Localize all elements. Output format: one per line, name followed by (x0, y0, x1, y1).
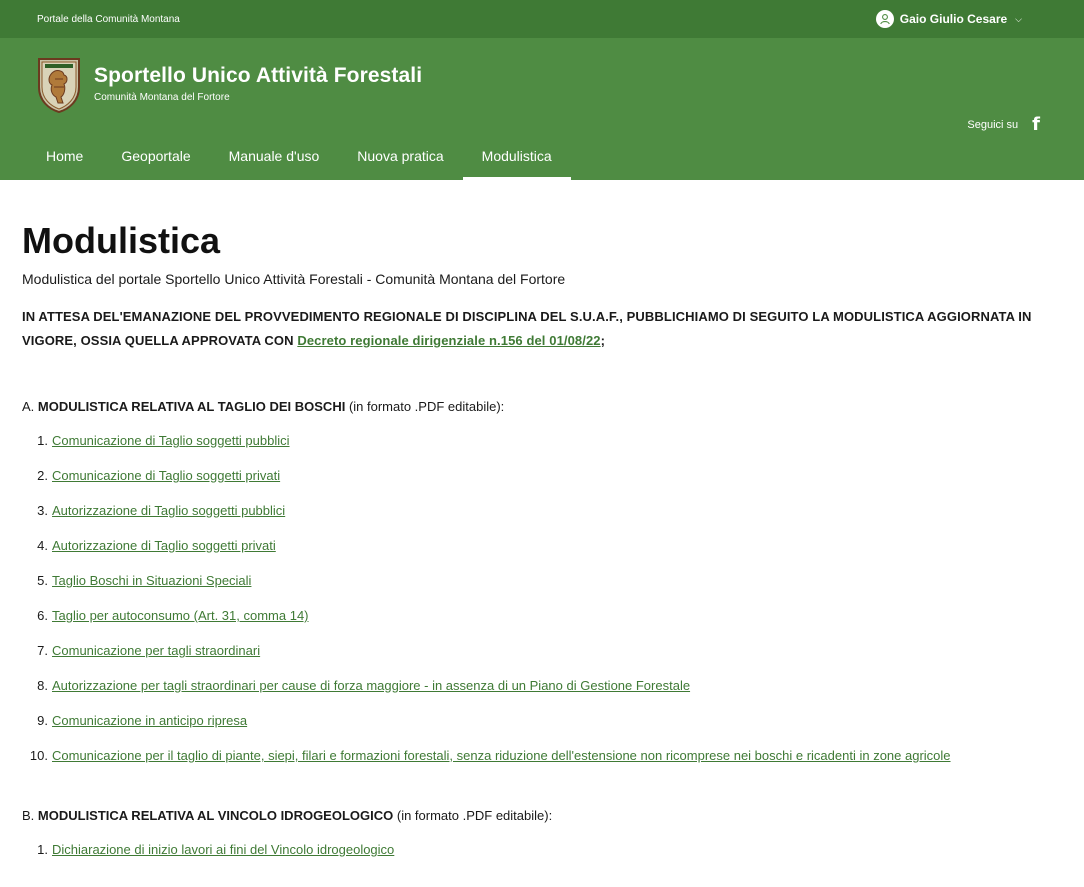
nav-item-nuova-pratica[interactable]: Nuova pratica (338, 132, 462, 180)
list-item-number: 10. (29, 748, 48, 763)
list-item: 4. Autorizzazione di Taglio soggetti priv… (22, 538, 1062, 554)
site-title: Sportello Unico Attività Forestali (94, 64, 423, 87)
nav-item-geoportale[interactable]: Geoportale (102, 132, 209, 180)
list-item-number: 5. (37, 573, 48, 588)
list-item-number: 9. (37, 713, 48, 728)
nav-item-home[interactable]: Home (27, 132, 102, 180)
list-item-number: 3. (37, 503, 48, 518)
section-b-list: 1. Dichiarazione di inizio lavori ai fini… (22, 842, 1062, 858)
main-nav: Home Geoportale Manuale d'uso Nuova prat… (27, 132, 571, 180)
list-item-number: 7. (37, 643, 48, 658)
list-item: 1. Comunicazione di Taglio soggetti pubbl… (22, 433, 1062, 449)
section-b-title: MODULISTICA RELATIVA AL VINCOLO IDROGEOL… (37, 808, 394, 823)
main-content: Modulistica Modulistica del portale Spor… (0, 220, 1084, 858)
section-a-heading: A. MODULISTICA RELATIVA AL TAGLIO DEI BO… (22, 399, 1062, 414)
page-subtitle: Modulistica del portale Sportello Unico … (22, 271, 566, 287)
list-item: 10. Comunicazione per il taglio di piante… (22, 748, 1062, 764)
social-links: Seguici su f (967, 116, 1040, 134)
form-download-link[interactable]: Dichiarazione di inizio lavori ai fini d… (52, 842, 394, 858)
form-download-link[interactable]: Taglio Boschi in Situazioni Speciali (52, 573, 251, 589)
list-item: 5. Taglio Boschi in Situazioni Speciali (22, 573, 1062, 589)
list-item: 8. Autorizzazione per tagli straordinari … (22, 678, 1062, 694)
form-download-link[interactable]: Comunicazione di Taglio soggetti pubblic… (52, 433, 290, 449)
portal-link[interactable]: Portale della Comunità Montana (37, 14, 180, 25)
form-download-link[interactable]: Taglio per autoconsumo (Art. 31, comma 1… (52, 608, 309, 624)
section-b-suffix: (in formato .PDF editabile): (393, 808, 553, 823)
facebook-icon[interactable]: f (1032, 116, 1040, 134)
list-item: 6. Taglio per autoconsumo (Art. 31, comma… (22, 608, 1062, 624)
list-item-number: 4. (37, 538, 48, 553)
list-item-number: 1. (37, 433, 48, 448)
decree-link[interactable]: Decreto regionale dirigenziale n.156 del… (297, 333, 600, 348)
brand[interactable]: Sportello Unico Attività Forestali Comun… (37, 57, 422, 113)
form-download-link[interactable]: Comunicazione per il taglio di piante, s… (52, 748, 951, 764)
user-menu[interactable]: Gaio Giulio Cesare ⌵ (875, 10, 1022, 28)
form-download-link[interactable]: Autorizzazione per tagli straordinari pe… (52, 678, 690, 694)
list-item: 2. Comunicazione di Taglio soggetti priva… (22, 468, 1062, 484)
user-icon (875, 10, 894, 28)
section-a-suffix: (in formato .PDF editabile): (345, 399, 505, 414)
list-item: 7. Comunicazione per tagli straordinari (22, 643, 1062, 659)
site-header: Sportello Unico Attività Forestali Comun… (0, 38, 1084, 180)
top-bar: Portale della Comunità Montana Gaio Giul… (0, 0, 1084, 38)
list-item: 9. Comunicazione in anticipo ripresa (22, 713, 1062, 729)
form-download-link[interactable]: Comunicazione in anticipo ripresa (52, 713, 247, 729)
follow-label: Seguici su (967, 119, 1019, 131)
page-title: Modulistica (22, 220, 221, 261)
form-download-link[interactable]: Autorizzazione di Taglio soggetti privat… (52, 538, 276, 554)
form-download-link[interactable]: Autorizzazione di Taglio soggetti pubbli… (52, 503, 285, 519)
coat-of-arms-logo (38, 58, 80, 113)
section-a-prefix: A. (22, 399, 38, 414)
notice-end: ; (600, 333, 606, 348)
nav-item-modulistica[interactable]: Modulistica (462, 132, 571, 180)
list-item-number: 8. (37, 678, 48, 693)
nav-item-manuale[interactable]: Manuale d'uso (210, 132, 339, 180)
notice-text: IN ATTESA DEL'EMANAZIONE DEL PROVVEDIMEN… (22, 305, 1062, 353)
section-b-heading: B. MODULISTICA RELATIVA AL VINCOLO IDROG… (22, 808, 1062, 823)
list-item-number: 2. (37, 468, 48, 483)
section-a-list: 1. Comunicazione di Taglio soggetti pubbl… (22, 433, 1062, 764)
site-subtitle: Comunità Montana del Fortore (94, 92, 230, 103)
user-name: Gaio Giulio Cesare (899, 12, 1008, 26)
list-item-number: 1. (37, 842, 48, 857)
chevron-down-icon: ⌵ (1015, 13, 1022, 24)
list-item-number: 6. (37, 608, 48, 623)
form-download-link[interactable]: Comunicazione di Taglio soggetti privati (52, 468, 280, 484)
form-download-link[interactable]: Comunicazione per tagli straordinari (52, 643, 260, 659)
list-item: 1. Dichiarazione di inizio lavori ai fini… (22, 842, 1062, 858)
section-a-title: MODULISTICA RELATIVA AL TAGLIO DEI BOSCH… (37, 399, 346, 414)
section-b-prefix: B. (22, 808, 38, 823)
list-item: 3. Autorizzazione di Taglio soggetti pubb… (22, 503, 1062, 519)
